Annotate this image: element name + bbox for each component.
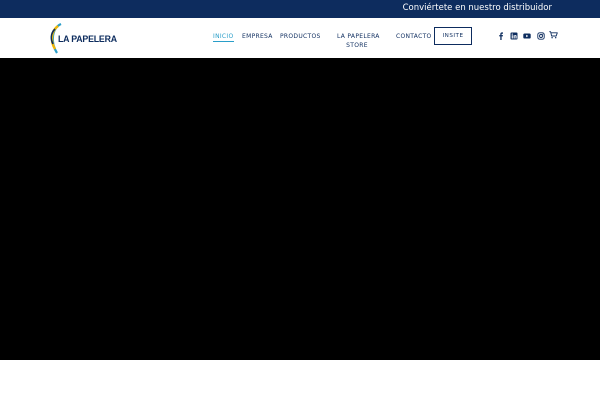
main-navigation: INICIO EMPRESA PRODUCTOS LA PAPELERA STO… [0, 18, 600, 58]
nav-productos[interactable]: PRODUCTOS [280, 33, 321, 40]
linkedin-icon[interactable] [510, 32, 518, 40]
insite-button[interactable]: INSITE [434, 27, 472, 45]
facebook-icon[interactable] [497, 32, 505, 40]
nav-contacto[interactable]: CONTACTO [396, 33, 432, 40]
instagram-icon[interactable] [537, 32, 545, 40]
nav-store-line2: STORE [346, 42, 368, 49]
top-announcement-bar: Conviértete en nuestro distribuidor [0, 0, 600, 18]
become-distributor-link[interactable]: Conviértete en nuestro distribuidor [403, 2, 552, 14]
youtube-icon[interactable] [523, 32, 531, 40]
nav-inicio[interactable]: INICIO [213, 33, 234, 42]
cart-icon[interactable] [549, 31, 558, 39]
nav-store-line1: LA PAPELERA [337, 33, 380, 40]
site-header: LA PAPELERA INICIO EMPRESA PRODUCTOS LA … [0, 18, 600, 58]
nav-la-papelera-store[interactable]: LA PAPELERA STORE [337, 32, 380, 50]
nav-empresa[interactable]: EMPRESA [242, 33, 273, 40]
hero-video-area[interactable] [0, 58, 600, 360]
intro-section [0, 360, 600, 400]
